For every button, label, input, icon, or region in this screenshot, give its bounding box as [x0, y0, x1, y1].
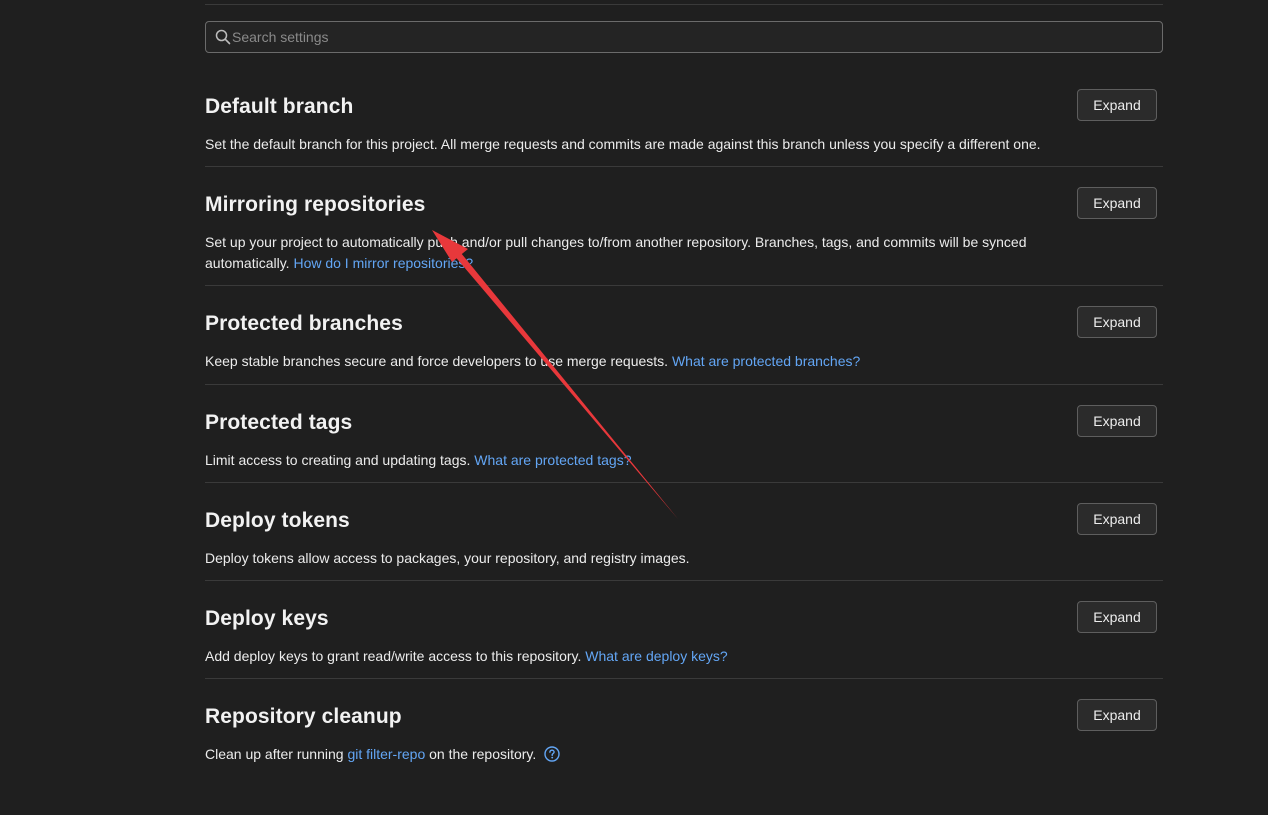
- description-text: Deploy tokens allow access to packages, …: [205, 550, 690, 566]
- section-title: Default branch: [205, 95, 354, 118]
- section-title: Repository cleanup: [205, 705, 402, 728]
- expand-button-mirroring-repositories[interactable]: Expand: [1077, 187, 1157, 219]
- description-text: Set the default branch for this project.…: [205, 136, 1041, 152]
- section-title: Protected branches: [205, 312, 403, 335]
- section-divider: [205, 580, 1163, 581]
- settings-page: Default branch Expand Set the default br…: [0, 0, 1268, 815]
- section-title: Protected tags: [205, 411, 353, 434]
- description-text: Limit access to creating and updating ta…: [205, 452, 471, 468]
- expand-button-repository-cleanup[interactable]: Expand: [1077, 699, 1157, 731]
- expand-button-deploy-tokens[interactable]: Expand: [1077, 503, 1157, 535]
- section-divider: [205, 384, 1163, 385]
- section-description: Set the default branch for this project.…: [205, 134, 1045, 155]
- section-description: Clean up after running git filter-repo o…: [205, 744, 1045, 765]
- git-filter-repo-link[interactable]: git filter-repo: [347, 746, 425, 762]
- section-divider: [205, 166, 1163, 167]
- section-title: Deploy keys: [205, 607, 329, 630]
- search-box[interactable]: [205, 21, 1163, 53]
- help-icon[interactable]: [544, 746, 560, 762]
- description-text: Keep stable branches secure and force de…: [205, 353, 669, 369]
- section-description: Set up your project to automatically pus…: [205, 232, 1045, 274]
- section-description: Add deploy keys to grant read/write acce…: [205, 646, 1045, 667]
- expand-button-deploy-keys[interactable]: Expand: [1077, 601, 1157, 633]
- help-link-deploy-keys[interactable]: What are deploy keys?: [585, 648, 727, 664]
- search-icon: [215, 29, 231, 45]
- section-description: Keep stable branches secure and force de…: [205, 351, 1045, 372]
- help-link-protected-tags[interactable]: What are protected tags?: [474, 452, 631, 468]
- section-title: Mirroring repositories: [205, 193, 426, 216]
- expand-button-default-branch[interactable]: Expand: [1077, 89, 1157, 121]
- top-divider: [205, 4, 1163, 5]
- description-text: Add deploy keys to grant read/write acce…: [205, 648, 582, 664]
- description-text: Clean up after running: [205, 746, 344, 762]
- section-divider: [205, 285, 1163, 286]
- expand-button-protected-branches[interactable]: Expand: [1077, 306, 1157, 338]
- description-text: on the repository.: [429, 746, 537, 762]
- section-description: Deploy tokens allow access to packages, …: [205, 548, 1045, 569]
- help-link-protected-branches[interactable]: What are protected branches?: [672, 353, 860, 369]
- section-divider: [205, 678, 1163, 679]
- search-input[interactable]: [232, 22, 1152, 52]
- section-title: Deploy tokens: [205, 509, 350, 532]
- section-divider: [205, 482, 1163, 483]
- expand-button-protected-tags[interactable]: Expand: [1077, 405, 1157, 437]
- arrow-shaft: [447, 242, 678, 519]
- help-link-mirror-repositories[interactable]: How do I mirror repositories?: [293, 255, 473, 271]
- section-description: Limit access to creating and updating ta…: [205, 450, 1045, 471]
